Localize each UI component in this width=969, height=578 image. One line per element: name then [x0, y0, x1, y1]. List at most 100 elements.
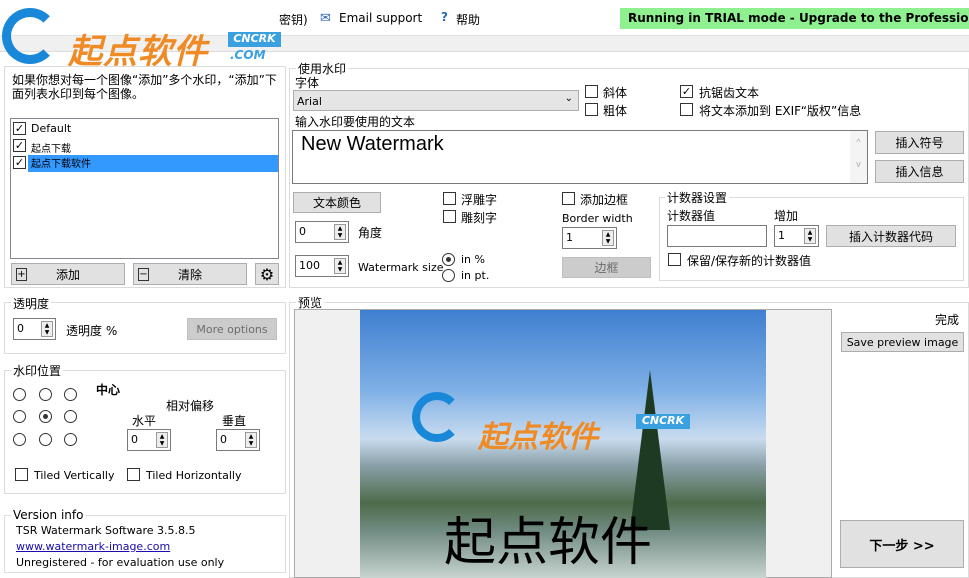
- clear-label: 清除: [177, 267, 202, 282]
- antialias-label: 抗锯齿文本: [699, 86, 760, 100]
- v-value: 0: [220, 433, 227, 446]
- position-bottom-left[interactable]: [13, 433, 26, 446]
- text-color-button[interactable]: 文本颜色: [293, 192, 381, 213]
- version-title: Version info: [11, 508, 86, 522]
- position-center[interactable]: [39, 410, 52, 423]
- spin-arrows-icon[interactable]: ▲ ▼: [156, 432, 168, 448]
- insert-info-button[interactable]: 插入信息: [875, 160, 964, 183]
- menu-help[interactable]: 帮助: [456, 11, 480, 28]
- size-pt-radio[interactable]: [442, 269, 455, 282]
- preview-logo-icon: [412, 392, 462, 442]
- next-button[interactable]: 下一步 >>: [840, 520, 964, 568]
- help-icon: ?: [441, 10, 448, 24]
- size-label: Watermark size: [358, 261, 444, 274]
- add-file-icon: +: [16, 267, 27, 281]
- position-middle-left[interactable]: [13, 410, 26, 423]
- email-icon: ✉: [320, 11, 331, 26]
- italic-checkbox[interactable]: [585, 85, 598, 98]
- transparency-title: 透明度: [11, 295, 52, 312]
- transparency-value: 0: [17, 322, 24, 335]
- spin-arrows-icon[interactable]: ▲ ▼: [602, 230, 614, 246]
- vertical-offset-spinner[interactable]: 0 ▲ ▼: [216, 429, 260, 451]
- emboss-checkbox[interactable]: [443, 192, 456, 205]
- transparency-spinner[interactable]: 0 ▲ ▼: [13, 318, 56, 340]
- position-top-left[interactable]: [13, 388, 26, 401]
- done-label: 完成: [935, 313, 960, 327]
- position-title: 水印位置: [11, 362, 64, 379]
- logo-badge-com: .COM: [230, 48, 266, 62]
- menu-email-support[interactable]: Email support: [339, 11, 422, 25]
- gear-icon: ⚙: [259, 264, 275, 284]
- size-value: 100: [299, 259, 320, 272]
- position-top-right[interactable]: [64, 388, 77, 401]
- menu-license[interactable]: 密钥): [279, 11, 308, 28]
- engrave-checkbox[interactable]: [443, 210, 456, 223]
- counter-increment-value: 1: [778, 229, 785, 242]
- engrave-label: 雕刻字: [461, 211, 498, 225]
- watermark-list-description: 如果你想对每一个图像“添加”多个水印，“添加”下面列表水印到每个图像。: [12, 73, 277, 101]
- size-spinner[interactable]: 100 ▲ ▼: [295, 255, 349, 277]
- position-bottom-right[interactable]: [64, 433, 77, 446]
- spin-arrows-icon[interactable]: ▲ ▼: [245, 432, 257, 448]
- position-top-center[interactable]: [39, 388, 52, 401]
- spin-arrows-icon[interactable]: ▲ ▼: [334, 258, 346, 274]
- registration-status: Unregistered - for evaluation use only: [16, 556, 225, 569]
- watermark-text-input[interactable]: New Watermark ^ v: [292, 130, 868, 184]
- spin-arrows-icon[interactable]: ▲ ▼: [41, 321, 53, 337]
- spin-arrows-icon[interactable]: ▲ ▼: [804, 228, 816, 244]
- exif-label: 将文本添加到 EXIF“版权”信息: [699, 104, 862, 118]
- list-item[interactable]: Default: [31, 122, 71, 135]
- bold-checkbox[interactable]: [585, 103, 598, 116]
- add-border-label: 添加边框: [580, 193, 629, 207]
- logo-badge: CNCRK: [228, 32, 281, 47]
- insert-counter-code-button[interactable]: 插入计数器代码: [826, 225, 956, 247]
- position-middle-right[interactable]: [64, 410, 77, 423]
- counter-increment-spinner[interactable]: 1 ▲ ▼: [774, 225, 819, 247]
- font-value: Arial: [297, 95, 322, 108]
- add-label: 添加: [55, 267, 80, 282]
- size-percent-label: in %: [461, 253, 485, 266]
- watermark-text-value: New Watermark: [301, 133, 444, 155]
- trial-banner[interactable]: Running in TRIAL mode - Upgrade to the P…: [620, 8, 969, 29]
- tiled-horizontally-checkbox[interactable]: [127, 468, 140, 481]
- border-button[interactable]: 边框: [562, 257, 651, 278]
- keep-counter-checkbox[interactable]: [668, 253, 681, 266]
- more-options-button[interactable]: More options: [187, 318, 277, 340]
- counter-value-input[interactable]: [667, 225, 767, 247]
- counter-increment-label: 增加: [774, 209, 799, 223]
- angle-label: 角度: [358, 226, 383, 240]
- insert-symbol-button[interactable]: 插入符号: [875, 131, 964, 154]
- scrollbar[interactable]: ^ v: [850, 131, 867, 183]
- software-version: TSR Watermark Software 3.5.8.5: [16, 524, 196, 537]
- add-border-checkbox[interactable]: [562, 192, 575, 205]
- angle-spinner[interactable]: 0 ▲ ▼: [295, 221, 349, 243]
- save-preview-button[interactable]: Save preview image: [841, 332, 964, 352]
- preview-logo-text: 起点软件: [478, 420, 598, 455]
- website-link[interactable]: www.watermark-image.com: [16, 540, 170, 553]
- tiled-horizontally-label: Tiled Horizontally: [146, 469, 242, 482]
- list-item[interactable]: 起点下载软件: [31, 155, 91, 170]
- logo-icon: [2, 8, 58, 64]
- h-value: 0: [131, 433, 138, 446]
- remove-file-icon: −: [138, 267, 149, 281]
- size-percent-radio[interactable]: [442, 253, 455, 266]
- font-select[interactable]: Arial ⌄: [293, 90, 579, 111]
- chevron-down-icon: ⌄: [564, 93, 573, 104]
- border-width-spinner[interactable]: 1 ▲ ▼: [562, 227, 617, 249]
- settings-button[interactable]: ⚙: [255, 263, 279, 285]
- position-bottom-center[interactable]: [39, 433, 52, 446]
- counter-value-label: 计数器值: [667, 209, 716, 223]
- watermark-text-label: 输入水印要使用的文本: [295, 115, 416, 129]
- spin-arrows-icon[interactable]: ▲ ▼: [334, 224, 346, 240]
- watermark-listbox[interactable]: ✓ Default ✓ 起点下载 ✓ 起点下载软件: [10, 118, 279, 259]
- list-item[interactable]: 起点下载: [31, 140, 71, 155]
- horizontal-offset-spinner[interactable]: 0 ▲ ▼: [127, 429, 171, 451]
- relative-offset-label: 相对偏移: [166, 399, 215, 413]
- clear-button[interactable]: − 清除: [133, 263, 247, 285]
- add-button[interactable]: + 添加: [11, 263, 125, 285]
- position-selected-label: 中心: [96, 383, 121, 397]
- antialias-checkbox[interactable]: ✓: [680, 85, 693, 98]
- border-width-label: Border width: [562, 212, 633, 225]
- tiled-vertically-checkbox[interactable]: [15, 468, 28, 481]
- exif-checkbox[interactable]: [680, 103, 693, 116]
